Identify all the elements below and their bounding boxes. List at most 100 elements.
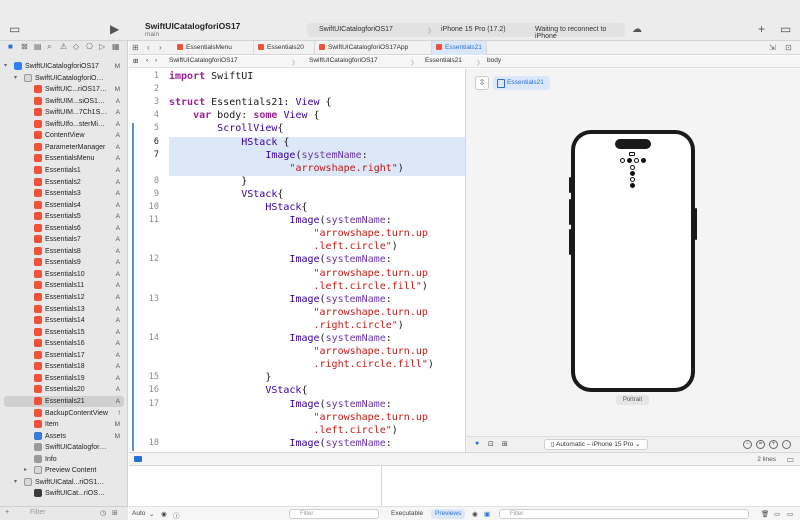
- breakpoint-icon[interactable]: ▷: [99, 42, 105, 51]
- navigator-item[interactable]: Essentials7 A: [4, 234, 124, 245]
- variants-icon[interactable]: ⊞: [502, 440, 508, 448]
- line-number[interactable]: 9: [141, 189, 159, 199]
- navigator-item[interactable]: Info: [4, 454, 124, 465]
- code-line[interactable]: var body: some View {: [169, 109, 319, 122]
- tab-1[interactable]: Essentials20: [254, 41, 315, 55]
- navigator-item[interactable]: ▾ SwiftUICatalogforiOS17 M: [4, 61, 124, 72]
- disclosure-closed-icon[interactable]: ▸: [24, 465, 27, 476]
- zoom-100-icon[interactable]: =: [756, 440, 765, 449]
- code-line[interactable]: struct Essentials21: View {: [169, 96, 332, 109]
- recent-icon[interactable]: ◷: [100, 509, 106, 517]
- executable-tab[interactable]: Executable: [391, 510, 423, 517]
- code-line[interactable]: Image(systemName:: [169, 398, 391, 411]
- plus-icon[interactable]: +: [758, 23, 765, 35]
- code-line[interactable]: "arrowshape.turn.up: [169, 227, 428, 240]
- navigator-item[interactable]: EssentialsMenu A: [4, 153, 124, 164]
- code-line[interactable]: "arrowshape.right"): [169, 162, 403, 175]
- navigator-item[interactable]: Essentials3 A: [4, 188, 124, 199]
- previews-tab[interactable]: Previews: [431, 509, 466, 519]
- zoom-in-icon[interactable]: +: [769, 440, 778, 449]
- tab-2[interactable]: SwiftUICatalogforiOS17App: [315, 41, 432, 55]
- breadcrumb-symbol[interactable]: body: [487, 57, 501, 64]
- code-line[interactable]: Image(systemName:: [169, 332, 391, 345]
- code-line[interactable]: HStack{: [169, 201, 307, 214]
- navigator-item[interactable]: ▸ Preview Content: [4, 465, 124, 476]
- zoom-out-icon[interactable]: −: [743, 440, 752, 449]
- code-line[interactable]: }: [169, 371, 271, 384]
- eye-icon[interactable]: ◉: [472, 510, 478, 518]
- eye-icon[interactable]: ◉: [161, 510, 167, 518]
- navigator-item[interactable]: Essentials21 A: [4, 395, 124, 407]
- previews-icon[interactable]: ▣: [484, 510, 490, 518]
- line-number[interactable]: 2: [141, 84, 159, 94]
- navigator-item[interactable]: Essentials5 A: [4, 211, 124, 222]
- navigator-item[interactable]: ParameterManager A: [4, 142, 124, 153]
- filter-input[interactable]: Filter: [510, 511, 523, 517]
- inspector-toggle-icon[interactable]: ▭: [780, 23, 791, 35]
- navigator-item[interactable]: BackupContentView!: [4, 408, 124, 419]
- debug-icon[interactable]: ⎔: [86, 42, 93, 51]
- navigator-item[interactable]: Essentials17 A: [4, 350, 124, 361]
- grid-icon[interactable]: ⊞: [132, 43, 139, 52]
- navigator-item[interactable]: Essentials9 A: [4, 257, 124, 268]
- code-line[interactable]: Image(systemName:: [169, 149, 367, 162]
- line-number[interactable]: 14: [141, 333, 159, 343]
- forward-icon[interactable]: ›: [159, 43, 162, 52]
- line-number[interactable]: 11: [141, 215, 159, 225]
- code-line[interactable]: HStack {: [169, 136, 289, 149]
- device-selector[interactable]: ▯ Automatic – iPhone 15 Pro ⌄: [544, 439, 648, 450]
- device-screen[interactable]: [575, 134, 691, 388]
- line-number[interactable]: 15: [141, 372, 159, 382]
- code-line[interactable]: Image(systemName:: [169, 253, 391, 266]
- navigator-item[interactable]: Essentials15 A: [4, 327, 124, 338]
- line-number[interactable]: 1: [141, 71, 159, 81]
- symbol-icon[interactable]: ▤: [34, 42, 42, 51]
- code-line[interactable]: Image(systemName:: [169, 293, 391, 306]
- navigator-item[interactable]: Essentials19 A: [4, 373, 124, 384]
- scheme-destination-selector[interactable]: SwiftUICatalogforiOS17 〉 iPhone 15 Pro (…: [307, 23, 625, 40]
- code-line[interactable]: }: [169, 175, 247, 188]
- forward-icon[interactable]: ›: [155, 57, 157, 64]
- disclosure-open-icon[interactable]: ▾: [4, 61, 7, 72]
- console-filter[interactable]: Filter: [499, 509, 749, 519]
- filter-input[interactable]: Filter: [30, 509, 46, 516]
- related-items-icon[interactable]: ⊞: [133, 57, 138, 65]
- code-line[interactable]: .right.circle.fill"): [169, 358, 434, 371]
- code-line[interactable]: .right.circle"): [169, 319, 404, 332]
- split-debug-icon[interactable]: ▭: [786, 455, 794, 464]
- navigator-item[interactable]: SwiftUIM...7Ch1Sec1 A: [4, 107, 124, 118]
- code-line[interactable]: "arrowshape.turn.up: [169, 345, 428, 358]
- disclosure-open-icon[interactable]: ▾: [14, 73, 17, 84]
- navigator-item[interactable]: Essentials18 A: [4, 361, 124, 372]
- navigator-filter[interactable]: + Filter ◷ ⊞: [0, 506, 128, 520]
- navigator-item[interactable]: Essentials10 A: [4, 269, 124, 280]
- issue-icon[interactable]: ⚠: [60, 42, 67, 51]
- navigator-item[interactable]: Essentials16 A: [4, 338, 124, 349]
- code-line[interactable]: "arrowshape.turn.up: [169, 411, 428, 424]
- auto-selector[interactable]: Auto: [132, 510, 145, 517]
- line-number[interactable]: 6: [141, 137, 159, 147]
- play-icon[interactable]: ▶: [110, 23, 119, 35]
- navigator-item[interactable]: Essentials13 A: [4, 304, 124, 315]
- sidebar-toggle-icon[interactable]: ▭: [9, 23, 20, 35]
- scm-filter-icon[interactable]: ⊞: [112, 509, 118, 517]
- navigator-item[interactable]: Essentials12 A: [4, 292, 124, 303]
- pin-icon[interactable]: ⇳: [475, 76, 489, 90]
- code-line[interactable]: .left.circle"): [169, 240, 398, 253]
- line-number[interactable]: 7: [141, 150, 159, 160]
- navigator-item[interactable]: SwiftUICatalogforiOS17: [4, 442, 124, 453]
- navigator-item[interactable]: Essentials8 A: [4, 246, 124, 257]
- line-number[interactable]: 3: [141, 97, 159, 107]
- disclosure-open-icon[interactable]: ▾: [14, 477, 17, 488]
- code-line[interactable]: "arrowshape.turn.up: [169, 306, 428, 319]
- selectable-mode-icon[interactable]: ⊡: [488, 440, 494, 448]
- zoom-fit-icon[interactable]: ·: [782, 440, 791, 449]
- navigator-item[interactable]: SwiftUIC...riOS17App M: [4, 84, 124, 95]
- preview-tab[interactable]: Essentials21: [493, 76, 550, 90]
- code-line[interactable]: .left.circle.fill"): [169, 280, 428, 293]
- add-editor-icon[interactable]: ⊡: [785, 43, 792, 52]
- sidebar-icon[interactable]: ▭: [787, 510, 793, 518]
- line-number[interactable]: 16: [141, 385, 159, 395]
- info-icon[interactable]: ⓘ: [173, 510, 180, 520]
- line-number[interactable]: 17: [141, 399, 159, 409]
